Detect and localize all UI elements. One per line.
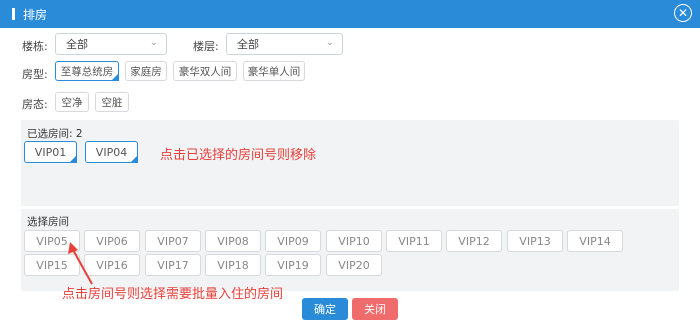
room-button[interactable]: VIP09 [265, 230, 321, 252]
room-type-label: 房型: [22, 68, 48, 81]
dialog-titlebar: 排房 ✕ [0, 0, 700, 28]
selected-count: 2 [75, 128, 83, 140]
floor-select[interactable]: 全部 ⌄ [226, 33, 343, 55]
selected-room-button[interactable]: VIP04 [85, 141, 138, 163]
selected-rooms-panel [21, 120, 679, 206]
room-button[interactable]: VIP07 [145, 230, 201, 252]
room-type-option[interactable]: 至尊总统房 [55, 61, 119, 81]
choose-rooms-title: 选择房间 [27, 216, 69, 228]
building-select[interactable]: 全部 ⌄ [55, 33, 167, 55]
floor-select-value: 全部 [237, 38, 259, 51]
selected-rooms-title: 已选房间: 2 [27, 128, 83, 140]
room-state-option[interactable]: 空净 [55, 92, 89, 112]
room-button[interactable]: VIP20 [326, 254, 382, 276]
building-label: 楼栋: [22, 40, 48, 53]
close-icon[interactable]: ✕ [674, 4, 692, 22]
room-button[interactable]: VIP11 [386, 230, 442, 252]
chevron-down-icon: ⌄ [149, 37, 158, 48]
room-type-option[interactable]: 豪华双人间 [173, 61, 237, 81]
room-state-option[interactable]: 空脏 [95, 92, 129, 112]
room-button[interactable]: VIP19 [265, 254, 321, 276]
floor-label: 楼层: [193, 40, 219, 53]
chevron-down-icon: ⌄ [325, 37, 334, 48]
remove-hint-annotation: 点击已选择的房间号则移除 [160, 148, 317, 163]
selected-room-button[interactable]: VIP01 [24, 141, 77, 163]
select-hint-annotation: 点击房间号则选择需要批量入住的房间 [62, 287, 284, 302]
room-button[interactable]: VIP10 [326, 230, 382, 252]
room-button[interactable]: VIP14 [567, 230, 623, 252]
room-button[interactable]: VIP12 [446, 230, 502, 252]
room-type-option[interactable]: 家庭房 [125, 61, 167, 81]
room-button[interactable]: VIP08 [205, 230, 261, 252]
room-type-option[interactable]: 豪华单人间 [243, 61, 305, 81]
room-state-label: 房态: [22, 98, 48, 111]
room-button[interactable]: VIP17 [145, 254, 201, 276]
confirm-button[interactable]: 确定 [302, 298, 348, 320]
room-button[interactable]: VIP18 [205, 254, 261, 276]
room-button[interactable]: VIP13 [507, 230, 563, 252]
title-accent-bar [12, 8, 15, 20]
close-button[interactable]: 关闭 [352, 298, 398, 320]
building-select-value: 全部 [66, 38, 88, 51]
dialog-title: 排房 [23, 7, 48, 22]
